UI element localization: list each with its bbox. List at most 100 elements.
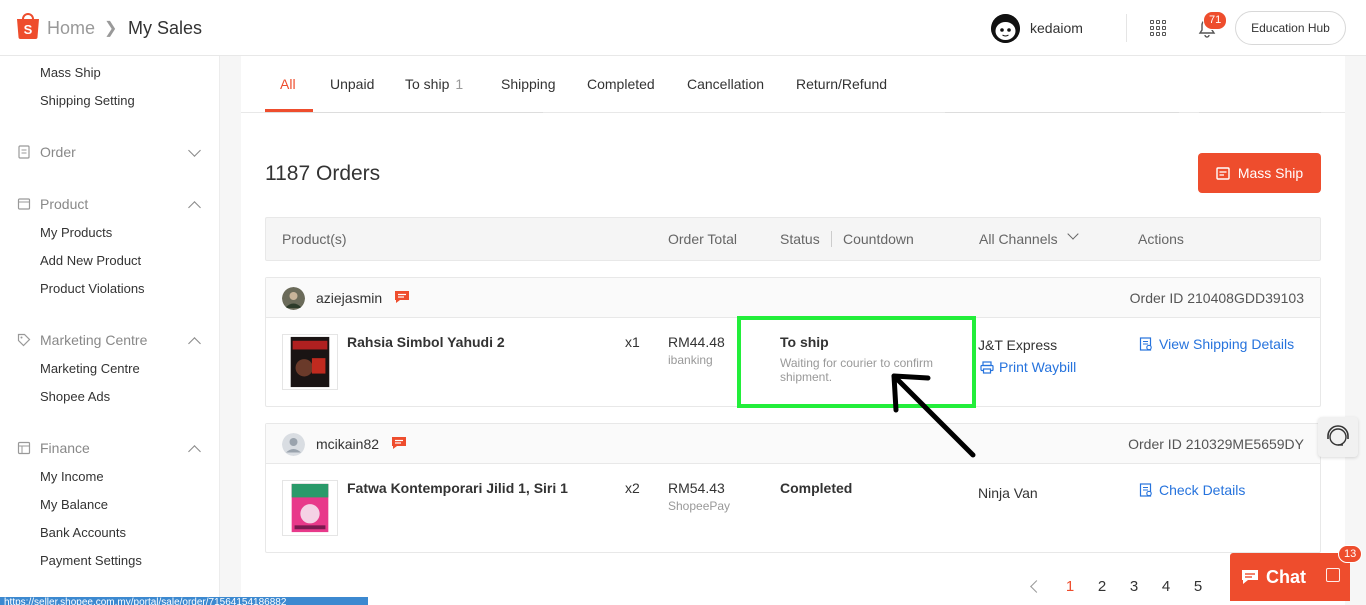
sidebar-item-my-balance[interactable]: My Balance (40, 497, 108, 512)
order-id: Order ID 210408GDD39103 (1129, 290, 1304, 306)
chat-label: Chat (1266, 567, 1306, 587)
order-icon (18, 145, 30, 159)
tab-to-ship[interactable]: To ship 1 (405, 76, 463, 92)
user-name[interactable]: kedaiom (1030, 20, 1083, 36)
page-title: My Sales (128, 18, 203, 38)
sidebar-item-bank-accounts[interactable]: Bank Accounts (40, 525, 126, 540)
chat-button[interactable]: Chat (1230, 553, 1350, 601)
shopee-logo-icon[interactable]: S (15, 11, 41, 39)
sidebar-section-label: Marketing Centre (40, 332, 148, 348)
page-link[interactable]: 2 (1086, 578, 1118, 595)
chevron-down-icon[interactable] (1067, 228, 1079, 240)
product-name[interactable]: Fatwa Kontemporari Jilid 1, Siri 1 (347, 480, 568, 496)
action-label: Check Details (1159, 482, 1246, 498)
sidebar: Mass Ship Shipping Setting Order Product… (0, 56, 220, 605)
header-countdown: Countdown (843, 231, 914, 247)
payment-method: ShopeePay (668, 499, 731, 513)
chat-icon[interactable] (391, 436, 407, 450)
product-name[interactable]: Rahsia Simbol Yahudi 2 (347, 334, 505, 350)
check-details-link[interactable]: Check Details (1139, 482, 1245, 498)
channels-filter[interactable]: All Channels (979, 231, 1058, 247)
status-url-bar: https://seller.shopee.com.my/portal/sale… (0, 597, 368, 605)
order-tabs: All Unpaid To ship 1 Shipping Completed C… (241, 56, 1345, 113)
sidebar-section-order[interactable]: Order (17, 144, 76, 160)
buyer-avatar[interactable] (282, 287, 305, 310)
product-icon (17, 198, 31, 210)
page-link[interactable]: 4 (1150, 578, 1182, 595)
expand-icon[interactable] (1326, 568, 1340, 582)
print-waybill-label: Print Waybill (999, 359, 1077, 375)
sidebar-section-marketing[interactable]: Marketing Centre (17, 332, 147, 348)
chevron-down-icon[interactable] (188, 144, 201, 157)
orders-count-title: 1187 Orders (265, 162, 381, 185)
finance-icon (17, 441, 31, 455)
tab-all[interactable]: All (280, 76, 296, 92)
order-row: Rahsia Simbol Yahudi 2 x1 RM44.48 ibanki… (266, 318, 1320, 406)
print-waybill-link[interactable]: Print Waybill (980, 359, 1076, 375)
order-id: Order ID 210329ME5659DY (1128, 436, 1304, 452)
education-hub-button[interactable]: Education Hub (1235, 11, 1346, 45)
mass-ship-button[interactable]: Mass Ship (1198, 153, 1321, 193)
order-status: To ship (780, 334, 829, 350)
chevron-up-icon[interactable] (188, 337, 201, 350)
mass-ship-icon (1216, 166, 1230, 180)
mass-ship-label: Mass Ship (1237, 165, 1304, 181)
sidebar-item-shipping-setting[interactable]: Shipping Setting (40, 93, 135, 108)
product-thumbnail[interactable] (282, 334, 338, 390)
divider (265, 112, 543, 113)
courier-name: Ninja Van (978, 485, 1038, 501)
chevron-up-icon[interactable] (188, 445, 201, 458)
product-thumbnail[interactable] (282, 480, 338, 536)
page-link[interactable]: 5 (1182, 578, 1214, 595)
sidebar-section-label: Order (40, 144, 76, 160)
sidebar-item-marketing-centre[interactable]: Marketing Centre (40, 361, 140, 376)
tab-label: To ship (405, 76, 450, 92)
apps-grid-icon[interactable] (1150, 20, 1166, 36)
sidebar-item-product-violations[interactable]: Product Violations (40, 281, 145, 296)
tab-shipping[interactable]: Shipping (501, 76, 556, 92)
view-shipping-details-link[interactable]: View Shipping Details (1139, 336, 1294, 352)
header-actions: Actions (1138, 231, 1184, 247)
page-link[interactable]: 3 (1118, 578, 1150, 595)
header-divider (1126, 14, 1127, 42)
order-total: RM44.48 (668, 334, 725, 350)
sidebar-section-product[interactable]: Product (17, 196, 88, 212)
user-avatar[interactable] (991, 14, 1020, 43)
header-products: Product(s) (282, 231, 347, 247)
sidebar-section-finance[interactable]: Finance (17, 440, 90, 456)
document-icon (1139, 483, 1152, 497)
breadcrumb-home[interactable]: Home (47, 18, 95, 39)
page-link[interactable]: 1 (1054, 578, 1086, 595)
sidebar-item-my-income[interactable]: My Income (40, 469, 104, 484)
sidebar-item-mass-ship[interactable]: Mass Ship (40, 65, 101, 80)
orders-table-header: Product(s) Order Total Status Countdown … (265, 217, 1321, 261)
user-avatar-icon (991, 14, 1020, 43)
action-label: View Shipping Details (1159, 336, 1295, 352)
order-card: aziejasmin Order ID 210408GDD39103 Rahsi… (265, 277, 1321, 407)
svg-text:S: S (24, 22, 33, 37)
buyer-username[interactable]: mcikain82 (316, 436, 379, 452)
order-status: Completed (780, 480, 853, 496)
buyer-avatar[interactable] (282, 433, 305, 456)
chat-icon[interactable] (394, 290, 410, 304)
buyer-username[interactable]: aziejasmin (316, 290, 382, 306)
main-content: All Unpaid To ship 1 Shipping Completed C… (241, 56, 1345, 605)
order-card: mcikain82 Order ID 210329ME5659DY Fatwa … (265, 423, 1321, 553)
header-order-total: Order Total (668, 231, 737, 247)
tab-cancellation[interactable]: Cancellation (687, 76, 764, 92)
help-button[interactable] (1318, 417, 1358, 457)
chevron-left-icon[interactable] (1026, 579, 1042, 595)
payment-method: ibanking (668, 353, 713, 367)
sidebar-item-shopee-ads[interactable]: Shopee Ads (40, 389, 110, 404)
tab-return-refund[interactable]: Return/Refund (796, 76, 887, 92)
chevron-up-icon[interactable] (188, 201, 201, 214)
sidebar-item-add-new-product[interactable]: Add New Product (40, 253, 141, 268)
tab-count: 1 (455, 76, 464, 92)
notification-badge: 71 (1203, 11, 1228, 30)
tab-completed[interactable]: Completed (587, 76, 655, 92)
sidebar-item-my-products[interactable]: My Products (40, 225, 112, 240)
tab-unpaid[interactable]: Unpaid (330, 76, 374, 92)
divider (1199, 112, 1321, 113)
divider (945, 112, 1179, 113)
sidebar-item-payment-settings[interactable]: Payment Settings (40, 553, 142, 568)
